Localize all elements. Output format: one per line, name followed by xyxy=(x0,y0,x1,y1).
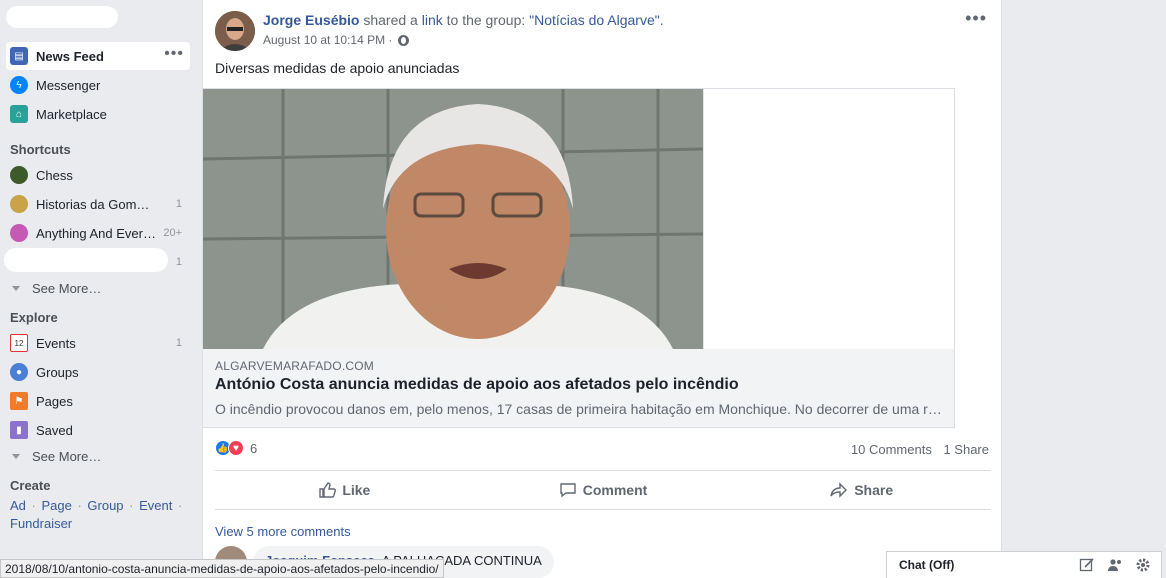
group-text: to the group: xyxy=(442,12,530,28)
comment-button[interactable]: Comment xyxy=(474,471,733,509)
sidebar-item-groups[interactable]: ● Groups xyxy=(6,358,190,386)
group-link[interactable]: "Notícias do Algarve" xyxy=(529,12,660,28)
post-text: Diversas medidas de apoio anunciadas xyxy=(215,60,460,76)
sidebar-item-label: Events xyxy=(36,335,76,351)
calendar-icon: 12 xyxy=(10,334,28,352)
sidebar-item-events[interactable]: 12 Events 1 xyxy=(6,329,190,357)
shares-count[interactable]: 1 Share xyxy=(943,442,989,457)
author-name[interactable]: Jorge Eusébio xyxy=(263,12,359,28)
chat-bar[interactable]: Chat (Off) xyxy=(886,551,1162,578)
sidebar-item-marketplace[interactable]: ⌂ Marketplace xyxy=(6,100,190,128)
sidebar-item-label: Saved xyxy=(36,422,73,438)
anything-group-avatar xyxy=(10,224,28,242)
sidebar-item-label: News Feed xyxy=(36,48,104,64)
groups-icon: ● xyxy=(10,363,28,381)
share-button[interactable]: Share xyxy=(732,471,991,509)
historias-group-avatar xyxy=(10,195,28,213)
messenger-icon: ϟ xyxy=(10,76,28,94)
notification-count: 1 xyxy=(175,337,182,349)
chevron-down-icon xyxy=(12,454,20,459)
view-more-comments[interactable]: View 5 more comments xyxy=(215,524,351,539)
see-more-shortcuts[interactable]: See More… xyxy=(12,281,101,296)
comment-label: Comment xyxy=(582,482,648,498)
create-ad-link[interactable]: Ad xyxy=(10,498,26,513)
sidebar-item-saved[interactable]: ▮ Saved xyxy=(6,416,190,444)
see-more-label: See More… xyxy=(32,281,102,296)
sidebar-item-label: Pages xyxy=(36,393,73,409)
create-links: Ad · Page · Group · Event · Fundraiser xyxy=(10,498,183,531)
like-label: Like xyxy=(342,482,371,498)
sidebar-item-chess[interactable]: Chess xyxy=(6,161,190,189)
link-preview-image[interactable] xyxy=(203,89,703,349)
sidebar-item-label: Groups xyxy=(36,364,79,380)
sidebar-item-label: Chess xyxy=(36,167,73,183)
love-reaction-icon: ♥ xyxy=(228,440,244,456)
post-options-icon[interactable]: ••• xyxy=(965,8,987,29)
redacted-profile-name xyxy=(6,6,118,28)
post-meta: August 10 at 10:14 PM · xyxy=(263,33,410,47)
shared-text: shared a xyxy=(359,12,422,28)
chat-title: Chat (Off) xyxy=(899,558,955,572)
more-options-icon[interactable]: ••• xyxy=(164,45,184,63)
create-group-link[interactable]: Group xyxy=(87,498,123,513)
post-timestamp[interactable]: August 10 at 10:14 PM · xyxy=(263,33,392,47)
saved-bookmark-icon: ▮ xyxy=(10,421,28,439)
create-page-link[interactable]: Page xyxy=(41,498,71,513)
left-sidebar: ▤ News Feed ••• ϟ Messenger ⌂ Marketplac… xyxy=(0,0,195,578)
share-arrow-icon xyxy=(830,482,848,498)
explore-heading: Explore xyxy=(10,310,58,325)
image-whitespace xyxy=(703,89,954,349)
post-card: Jorge Eusébio shared a link to the group… xyxy=(202,0,1002,578)
comments-count[interactable]: 10 Comments xyxy=(851,442,932,457)
gear-icon[interactable] xyxy=(1135,557,1151,573)
new-message-icon[interactable] xyxy=(1079,557,1095,573)
sidebar-item-news-feed[interactable]: ▤ News Feed ••• xyxy=(6,42,190,70)
create-fundraiser-link[interactable]: Fundraiser xyxy=(10,516,72,531)
sidebar-item-label: Messenger xyxy=(36,77,101,93)
reactions-summary[interactable]: 👍 ♥ 6 xyxy=(215,440,257,456)
thumbs-up-icon xyxy=(319,482,337,498)
news-feed-icon: ▤ xyxy=(10,47,28,65)
link-hover-url: 2018/08/10/antonio-costa-anuncia-medidas… xyxy=(0,559,444,578)
notification-count: 1 xyxy=(175,198,182,210)
shared-link[interactable]: link xyxy=(422,12,443,28)
author-avatar[interactable] xyxy=(215,11,255,51)
chat-icons xyxy=(1067,557,1151,573)
link-title[interactable]: António Costa anuncia medidas de apoio a… xyxy=(215,376,739,394)
create-event-link[interactable]: Event xyxy=(139,498,172,513)
pages-flag-icon: ⚑ xyxy=(10,392,28,410)
like-button[interactable]: Like xyxy=(215,471,474,509)
link-domain: ALGARVEMARAFADO.COM xyxy=(215,359,374,373)
sidebar-item-anything[interactable]: Anything And Ever… 20+ xyxy=(6,219,190,247)
see-more-explore[interactable]: See More… xyxy=(12,449,101,464)
chevron-down-icon xyxy=(12,286,20,291)
shortcuts-heading: Shortcuts xyxy=(10,142,71,157)
post-header: Jorge Eusébio shared a link to the group… xyxy=(263,12,664,28)
globe-icon xyxy=(398,34,410,46)
see-more-label: See More… xyxy=(32,449,102,464)
sidebar-item-messenger[interactable]: ϟ Messenger xyxy=(6,71,190,99)
period-text: . xyxy=(659,12,664,28)
sidebar-item-label: Historias da Gomei… xyxy=(36,196,156,212)
sidebar-item-historias[interactable]: Historias da Gomei… 1 xyxy=(6,190,190,218)
notification-count: 20+ xyxy=(163,227,182,239)
marketplace-icon: ⌂ xyxy=(10,105,28,123)
link-description: O incêndio provocou danos em, pelo menos… xyxy=(215,401,945,417)
link-preview[interactable]: ALGARVEMARAFADO.COM António Costa anunci… xyxy=(203,88,955,428)
redacted-shortcut xyxy=(4,248,168,272)
sidebar-item-label: Anything And Ever… xyxy=(36,225,156,241)
notification-count: 1 xyxy=(175,256,182,268)
engagement-counts: 10 Comments 1 Share xyxy=(851,442,989,457)
chess-group-avatar xyxy=(10,166,28,184)
post-action-bar: Like Comment Share xyxy=(215,470,991,510)
sidebar-item-label: Marketplace xyxy=(36,106,107,122)
reaction-count: 6 xyxy=(250,440,258,456)
share-label: Share xyxy=(854,482,894,498)
new-group-icon[interactable] xyxy=(1107,557,1123,573)
sidebar-item-pages[interactable]: ⚑ Pages xyxy=(6,387,190,415)
comment-bubble-icon xyxy=(560,483,576,498)
create-heading: Create xyxy=(10,478,51,493)
